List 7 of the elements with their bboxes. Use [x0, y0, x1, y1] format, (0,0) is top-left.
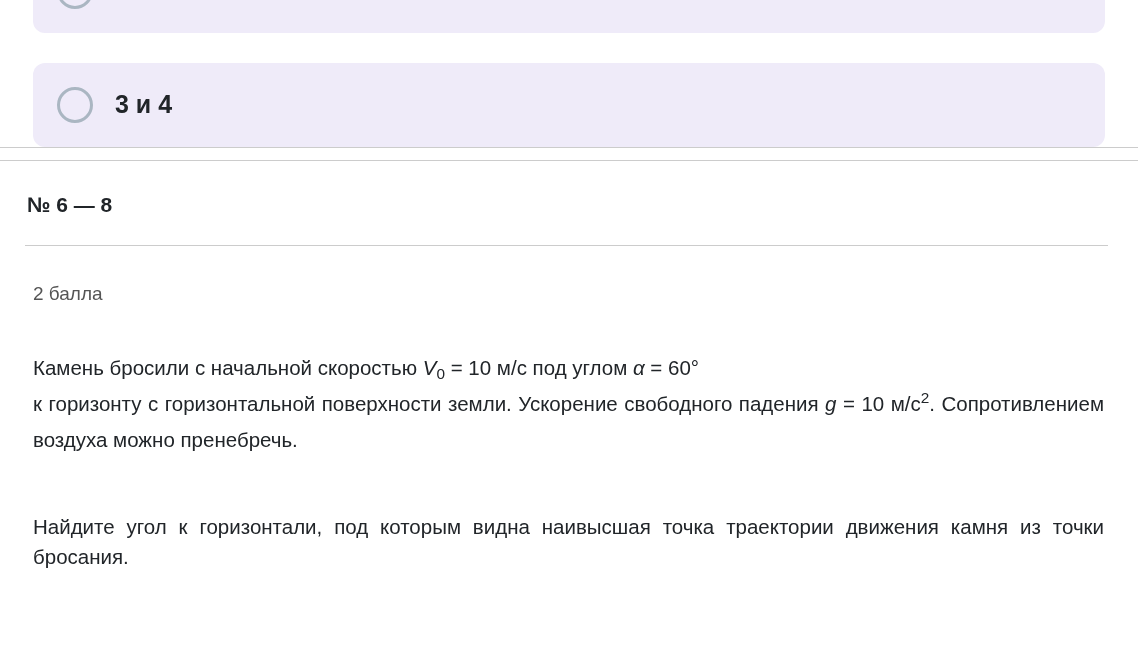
radio-button[interactable]: [57, 87, 93, 123]
option-label: 3 и 4: [115, 89, 173, 121]
question-number: № 6 — 8: [26, 192, 114, 218]
question-text: Камень бросили с начальной скоростью V$_{0}$ = 10 м/с под углом α = 60° к горизонту с горизонтальной поверхности земли. Ускорение свободного падения g = 10 м/с$^{2}$. Сопротивлением воздуха можно пренебречь.: [32, 355, 1105, 453]
question-text: Найдите угол к горизонтали, под которым видна наивысшая точка траектории движения камня из точки бросания.: [32, 514, 1105, 570]
points-label: 2 балла: [32, 281, 104, 306]
answer-option[interactable]: 3 и 4: [33, 63, 1105, 147]
